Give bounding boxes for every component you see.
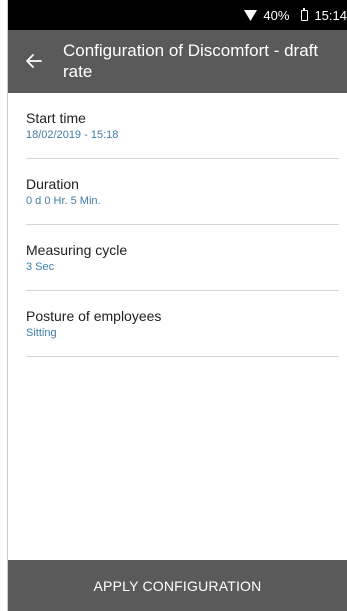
setting-duration[interactable]: Duration 0 d 0 Hr. 5 Min.: [26, 159, 339, 225]
battery-icon: [301, 7, 309, 21]
setting-label: Posture of employees: [26, 308, 162, 324]
setting-measuring-cycle[interactable]: Measuring cycle 3 Sec: [26, 225, 339, 291]
page-title: Configuration of Discomfort - draft rate: [63, 41, 319, 81]
setting-value: 18/02/2019 - 15:18: [26, 129, 119, 141]
setting-value: 3 Sec: [26, 261, 55, 273]
setting-label: Start time: [26, 110, 86, 126]
setting-label: Measuring cycle: [26, 242, 128, 258]
setting-label: Duration: [26, 176, 79, 192]
setting-value: 0 d 0 Hr. 5 Min.: [26, 195, 101, 207]
setting-value: Sitting: [26, 327, 57, 339]
setting-start-time[interactable]: Start time 18/02/2019 - 15:18: [26, 93, 339, 159]
status-icons: 40% 15:14: [244, 0, 347, 30]
apply-configuration-button[interactable]: APPLY CONFIGURATION: [8, 560, 347, 611]
wifi-icon: [244, 9, 258, 21]
back-arrow-icon[interactable]: [23, 50, 45, 72]
settings-list: Start time 18/02/2019 - 15:18 Duration 0…: [8, 93, 347, 560]
status-bar: 40% 15:14: [8, 0, 347, 30]
app-bar: Configuration of Discomfort - draft rate: [8, 30, 347, 93]
clock-time: 15:14: [314, 7, 347, 23]
screen-frame-edge: [0, 0, 8, 611]
battery-percent: 40%: [263, 7, 290, 23]
setting-posture[interactable]: Posture of employees Sitting: [26, 291, 339, 357]
